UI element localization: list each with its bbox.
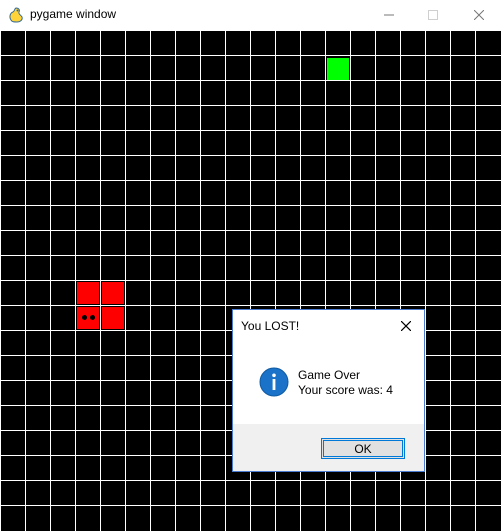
window-title: pygame window	[30, 7, 117, 21]
message-box: You LOST! Game Over Your score was: 4 OK	[232, 309, 425, 472]
message-line-game-over: Game Over	[298, 368, 361, 382]
minimize-button[interactable]	[366, 0, 412, 30]
ok-button[interactable]: OK	[321, 438, 405, 459]
message-line-score: Your score was: 4	[298, 383, 393, 397]
dialog-footer: OK	[233, 424, 424, 471]
pygame-window: pygame window You LOST! Game Over Your s…	[0, 0, 502, 532]
close-button[interactable]	[456, 0, 502, 30]
title-bar[interactable]: pygame window	[0, 0, 502, 30]
pygame-snake-icon	[9, 7, 23, 23]
info-icon	[259, 367, 289, 397]
dialog-message: Game Over Your score was: 4	[298, 368, 393, 398]
dialog-close-button[interactable]	[394, 314, 418, 338]
minimize-icon	[384, 14, 394, 16]
close-icon	[401, 321, 411, 331]
close-icon	[474, 10, 484, 20]
dialog-title: You LOST!	[241, 319, 300, 333]
maximize-button[interactable]	[410, 0, 456, 30]
maximize-icon	[428, 10, 438, 20]
